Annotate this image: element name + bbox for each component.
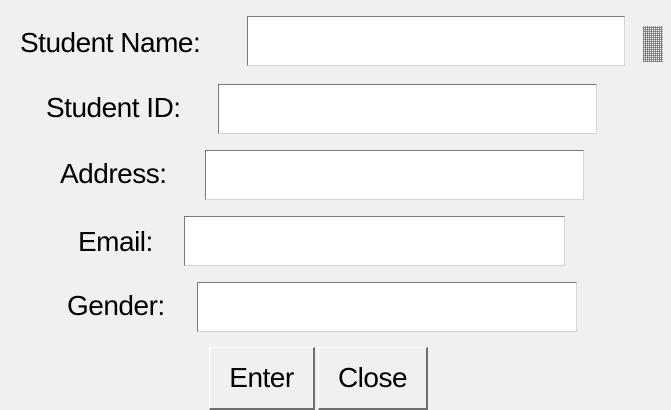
gender-input[interactable] [197,282,577,332]
address-label: Address: [60,158,167,189]
student-name-input[interactable] [247,16,625,66]
address-input[interactable] [205,150,584,200]
email-input[interactable] [184,216,565,266]
student-id-label: Student ID: [46,92,181,123]
email-label: Email: [78,226,153,257]
gender-label: Gender: [67,290,165,321]
student-id-input[interactable] [218,84,597,134]
close-button[interactable]: Close [318,347,428,410]
resize-grip-icon[interactable] [643,26,663,62]
student-name-label: Student Name: [20,27,201,58]
enter-button[interactable]: Enter [209,347,315,410]
